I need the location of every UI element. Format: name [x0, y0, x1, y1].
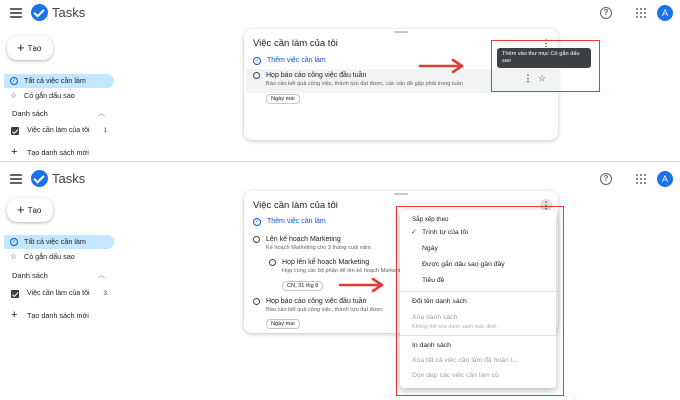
checkbox-icon[interactable] — [11, 127, 19, 135]
task-description: Báo cáo kết quả công việc, thành tựu đạt… — [266, 306, 383, 313]
annotation-box — [396, 206, 564, 396]
plus-icon: + — [11, 146, 18, 158]
drag-handle[interactable] — [394, 193, 408, 195]
create-button[interactable]: + Tạo — [7, 36, 53, 60]
list-item-my-tasks[interactable]: Việc cần làm của tôi 3 — [11, 288, 111, 300]
lists-header: Danh sách — [12, 271, 48, 280]
check-circle-icon: ✓ — [10, 77, 18, 85]
tasks-logo-icon — [31, 170, 48, 187]
complete-radio[interactable] — [253, 72, 260, 79]
add-task-icon: ✓ — [253, 218, 261, 226]
task-item[interactable]: Lên kế hoạch Marketing Kế hoạch Marketin… — [253, 236, 371, 251]
list-item-my-tasks[interactable]: Việc cần làm của tôi 1 — [11, 125, 111, 137]
add-task-label: Thêm việc cần làm — [267, 57, 326, 64]
checkbox-icon[interactable] — [11, 290, 19, 298]
list-name: Việc cần làm của tôi — [27, 290, 90, 297]
nav-all-tasks-label: Tất cả việc cần làm — [24, 76, 86, 85]
nav-starred[interactable]: ☆ Có gắn dấu sao — [4, 89, 114, 103]
due-date-chip[interactable]: CN, 31 thg 8 — [282, 281, 324, 291]
apps-grid-icon[interactable] — [636, 8, 646, 18]
drag-handle[interactable] — [394, 31, 408, 33]
subtask-title: Họp lên kế hoạch Marketing — [282, 259, 370, 266]
subtask-description: Họp cùng các bộ phận để lên kế hoạch Mar… — [282, 267, 406, 274]
app-title: Tasks — [52, 5, 86, 20]
apps-grid-icon[interactable] — [636, 174, 646, 184]
nav-all-tasks[interactable]: ✓ Tất cả việc cần làm — [4, 74, 114, 88]
plus-icon: + — [11, 309, 18, 321]
lists-header: Danh sách — [12, 109, 48, 118]
plus-icon: + — [17, 202, 25, 217]
chevron-up-icon[interactable]: ︿ — [98, 108, 105, 118]
app-title: Tasks — [52, 171, 86, 186]
annotation-box — [491, 40, 600, 92]
due-date-chip[interactable]: Ngày mai — [266, 319, 300, 329]
list-count: 1 — [103, 127, 107, 134]
nav-starred[interactable]: ☆ Có gắn dấu sao — [4, 250, 114, 264]
task-item[interactable]: Họp báo cáo công việc đầu tuần Báo cáo k… — [253, 298, 383, 313]
task-title: Họp báo cáo công việc đầu tuần — [266, 298, 367, 305]
avatar[interactable]: A — [657, 171, 673, 187]
task-description: Kế hoạch Marketing cho 3 tháng cuối năm — [266, 244, 371, 251]
new-list-label: Tạo danh sách mới — [27, 311, 89, 320]
plus-icon: + — [17, 40, 25, 55]
star-icon: ☆ — [10, 252, 18, 261]
check-circle-icon: ✓ — [10, 238, 18, 246]
list-name: Việc cần làm của tôi — [27, 127, 90, 134]
help-icon[interactable]: ? — [600, 7, 612, 19]
top-app-bar: Tasks ? A — [0, 166, 680, 194]
complete-radio[interactable] — [269, 259, 276, 266]
help-icon[interactable]: ? — [600, 173, 612, 185]
complete-radio[interactable] — [253, 236, 260, 243]
avatar[interactable]: A — [657, 5, 673, 21]
red-arrow-icon — [338, 277, 384, 293]
card-title: Việc cần làm của tôi — [253, 38, 338, 49]
screenshot-bottom: Tasks ? A + Tạo ✓ Tất cả việc cần làm ☆ C… — [0, 162, 680, 400]
new-list-button[interactable]: + Tạo danh sách mới — [11, 147, 89, 159]
card-title: Việc cần làm của tôi — [253, 200, 338, 211]
create-label: Tạo — [27, 44, 42, 53]
add-task-icon: ✓ — [253, 57, 261, 65]
add-task-label: Thêm việc cần làm — [267, 218, 326, 225]
new-list-label: Tạo danh sách mới — [27, 148, 89, 157]
tasks-logo-icon — [31, 4, 48, 21]
task-title: Họp báo cáo công việc đầu tuần — [266, 72, 367, 79]
nav-starred-label: Có gắn dấu sao — [24, 252, 75, 261]
chevron-up-icon[interactable]: ︿ — [98, 270, 105, 280]
list-count: 3 — [103, 290, 107, 297]
nav-starred-label: Có gắn dấu sao — [24, 91, 75, 100]
complete-radio[interactable] — [253, 298, 260, 305]
add-task-button[interactable]: ✓ Thêm việc cần làm — [253, 56, 326, 66]
new-list-button[interactable]: + Tạo danh sách mới — [11, 310, 89, 322]
add-task-button[interactable]: ✓ Thêm việc cần làm — [253, 217, 326, 227]
task-description: Báo cáo kết quả công việc, thành tựu đạt… — [266, 80, 463, 87]
create-button[interactable]: + Tạo — [7, 198, 53, 222]
nav-all-tasks[interactable]: ✓ Tất cả việc cần làm — [4, 235, 114, 249]
subtask-item[interactable]: Họp lên kế hoạch Marketing Họp cùng các … — [269, 259, 405, 274]
menu-icon[interactable] — [10, 174, 22, 184]
star-icon: ☆ — [10, 91, 18, 100]
task-item[interactable]: Họp báo cáo công việc đầu tuần Báo cáo k… — [253, 72, 463, 87]
red-arrow-icon — [418, 58, 464, 74]
top-app-bar: Tasks ? A — [0, 0, 680, 28]
menu-icon[interactable] — [10, 8, 22, 18]
screenshot-top: Tasks ? A + Tạo ✓ Tất cả việc cần làm ☆ C… — [0, 0, 680, 162]
nav-all-tasks-label: Tất cả việc cần làm — [24, 237, 86, 246]
due-date-chip[interactable]: Ngày mai — [266, 94, 300, 104]
task-title: Lên kế hoạch Marketing — [266, 236, 341, 243]
create-label: Tạo — [27, 206, 42, 215]
